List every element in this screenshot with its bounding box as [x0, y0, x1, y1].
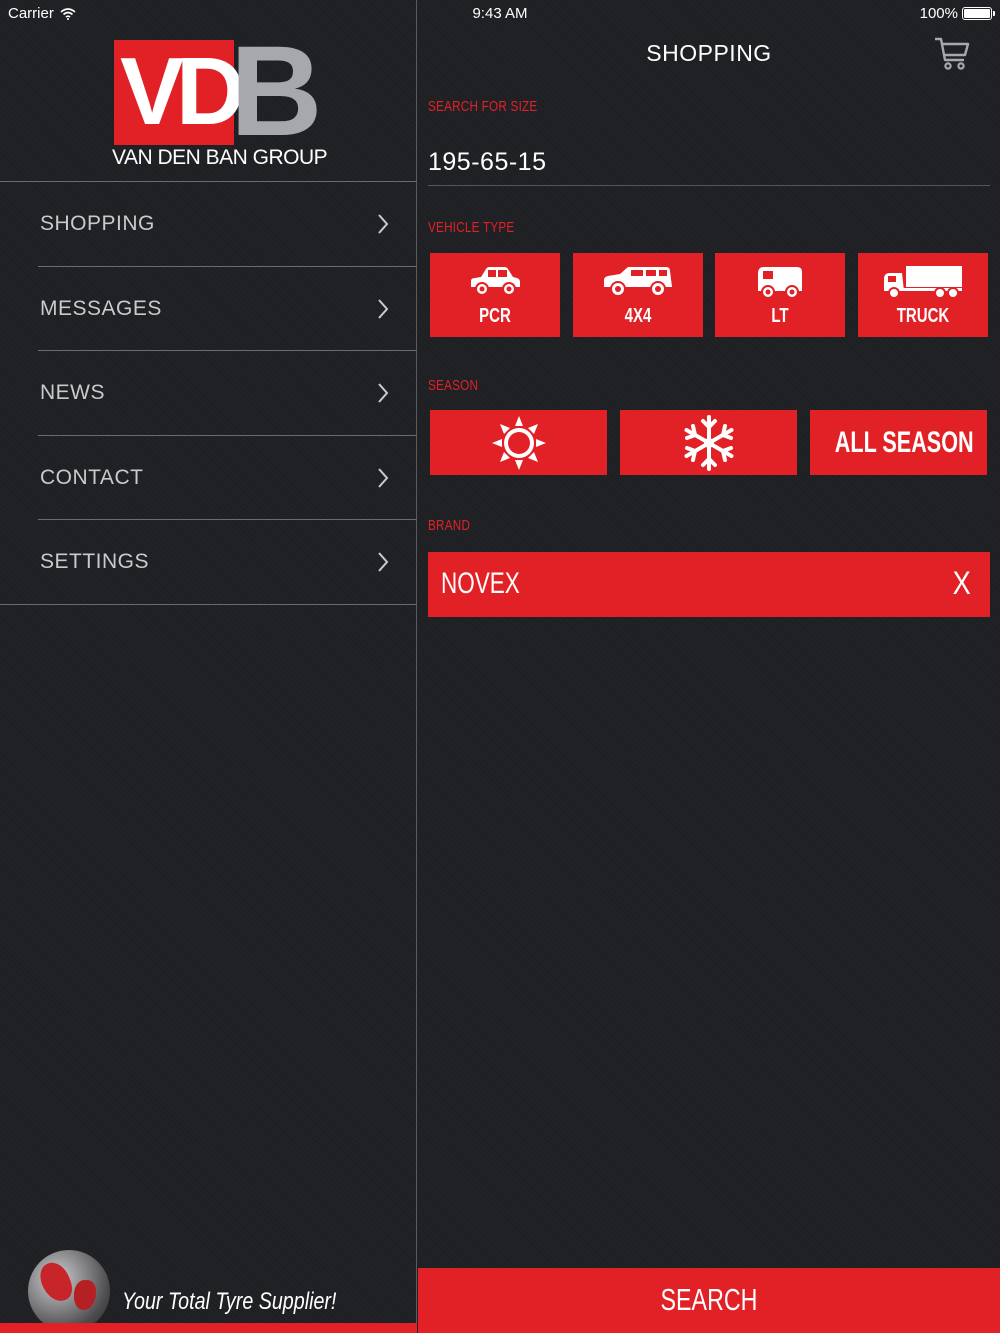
brand-section-label: BRAND — [428, 517, 471, 534]
globe-icon — [28, 1250, 110, 1332]
group-name: VAN DEN BAN GROUP — [112, 146, 328, 169]
sidebar-item-label: SETTINGS — [40, 550, 150, 573]
size-section-label: SEARCH FOR SIZE — [428, 98, 538, 115]
season-summer-button[interactable] — [430, 410, 607, 475]
cart-icon[interactable] — [934, 36, 970, 72]
sidebar-item-settings[interactable]: SETTINGS — [0, 520, 417, 605]
season-label: ALL SEASON — [834, 426, 974, 459]
vdb-logo: VD B VAN DEN BAN GROUP — [112, 20, 328, 170]
car-icon — [471, 267, 520, 296]
brand-selector[interactable]: NOVEX X — [428, 552, 990, 617]
chevron-right-icon — [378, 298, 389, 319]
sidebar-item-news[interactable]: NEWS — [0, 351, 417, 436]
sidebar-item-label: SHOPPING — [40, 212, 155, 235]
vehicle-pcr-button[interactable]: PCR — [430, 253, 560, 337]
truck-icon — [884, 266, 962, 299]
vehicle-section-label: VEHICLE TYPE — [428, 219, 515, 236]
vehicle-label: TRUCK — [896, 305, 950, 327]
suv-icon — [604, 267, 672, 297]
vehicle-lt-button[interactable]: LT — [715, 253, 845, 337]
sun-icon — [491, 415, 546, 470]
footer-tagline: Your Total Tyre Supplier! — [28, 1250, 417, 1333]
vehicle-truck-button[interactable]: TRUCK — [858, 253, 988, 337]
vehicle-label: PCR — [479, 305, 511, 327]
sidebar-item-label: CONTACT — [40, 465, 144, 489]
brand-value: NOVEX — [441, 567, 520, 600]
vehicle-label: LT — [771, 305, 789, 327]
tagline: Your Total Tyre Supplier! — [122, 1288, 337, 1315]
chevron-right-icon — [378, 383, 389, 403]
sidebar-item-contact[interactable]: CONTACT — [0, 436, 417, 520]
chevron-right-icon — [378, 214, 389, 234]
vehicle-4x4-button[interactable]: 4X4 — [573, 253, 703, 337]
search-button[interactable]: SEARCH — [418, 1268, 1000, 1333]
clear-brand-button[interactable]: X — [952, 565, 970, 602]
sidebar: VD B VAN DEN BAN GROUP SHOPPING MESSAGES… — [0, 0, 417, 1333]
van-icon — [758, 267, 802, 299]
sidebar-menu: SHOPPING MESSAGES NEWS CONTACT SETTINGS — [0, 182, 417, 605]
sidebar-item-label: NEWS — [40, 381, 105, 404]
sidebar-item-shopping[interactable]: SHOPPING — [0, 182, 417, 267]
chevron-right-icon — [378, 552, 389, 572]
page-title: SHOPPING — [646, 40, 772, 66]
season-all-button[interactable]: ALL SEASON — [810, 410, 987, 475]
season-section-label: SEASON — [428, 377, 479, 394]
search-button-label: SEARCH — [660, 1282, 758, 1317]
sidebar-item-label: MESSAGES — [40, 296, 162, 320]
season-group: ALL SEASON — [430, 410, 988, 475]
sidebar-item-messages[interactable]: MESSAGES — [0, 267, 417, 351]
shopping-panel: SHOPPING SEARCH FOR SIZE VEHICLE TYPE PC… — [418, 0, 1000, 1333]
chevron-right-icon — [378, 467, 389, 488]
size-search-input[interactable] — [428, 140, 990, 186]
snowflake-icon — [684, 414, 733, 471]
vehicle-label: 4X4 — [624, 305, 652, 327]
footer-accent-bar — [0, 1323, 417, 1333]
vehicle-type-group: PCR 4X4 LT TRUCK — [430, 253, 988, 337]
season-winter-button[interactable] — [620, 410, 797, 475]
